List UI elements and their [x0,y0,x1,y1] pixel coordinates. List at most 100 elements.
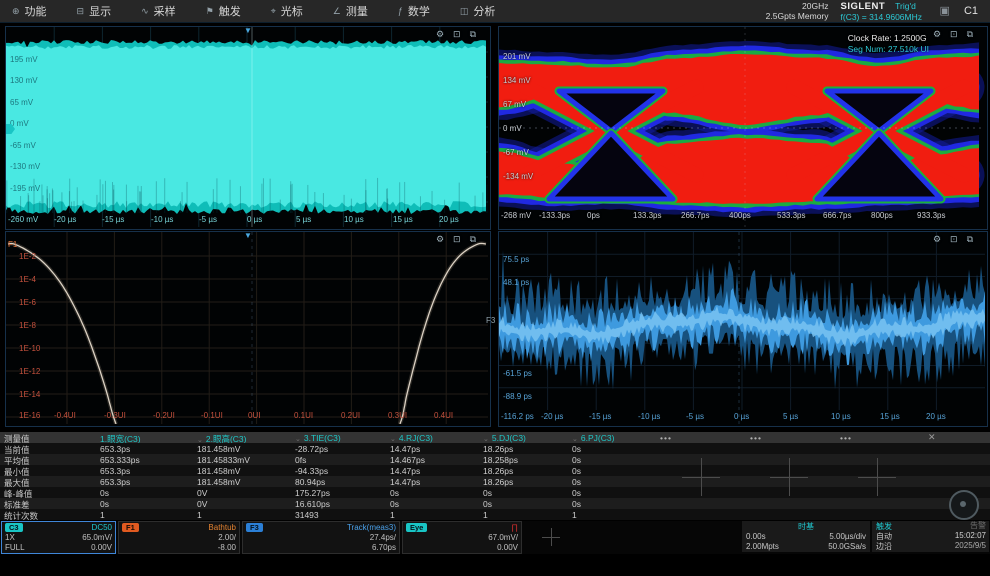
menu-items: ⊕ 功能 ⊟显示 ∿采样 ⚑触发 ⌖光标 ∠测量 ƒ数学 ◫分析 [0,3,495,19]
menu-label: 功能 [25,3,47,19]
measurement-column-header[interactable]: ⌄3.TIE(C3) [295,433,341,443]
column-caret-icon: ⌄ [483,436,489,443]
eye-statistics: Clock Rate: 1.2500G Seg Num: 27.510k UI [848,33,929,55]
menu-item-display[interactable]: ⊟显示 [77,3,112,19]
v-axis-label: -195 mV [10,184,40,193]
more-measurements-button[interactable]: ••• [840,433,852,443]
c3-coupling: DC50 [92,523,112,532]
measurement-value: -94.33ps [295,466,328,476]
measurement-value: 653.333ps [100,455,140,465]
panel-bathtub[interactable]: ▼ F1 ⚙⊡⧉1E-21E-41E-61E-81E-101E-121E-141… [5,231,491,427]
panel-expand-icon[interactable]: ⊡ [453,29,461,40]
menu-label: 显示 [89,3,111,19]
time-axis-label: -0.4UI [54,411,76,420]
time-axis-label: -10 µs [638,412,660,421]
panel-detach-icon[interactable]: ⧉ [967,234,973,245]
measurement-column-header[interactable]: ⌄6.PJ(C3) [572,433,614,443]
add-trace-button[interactable] [542,528,560,546]
f3-trace-label[interactable]: F3 [486,316,495,325]
c3-bandwidth: FULL [5,543,25,552]
f1-offset: -8.00 [218,543,236,552]
timebase-box[interactable]: 时基 0.00s 5.00µs/div 2.00Mpts 50.0GSa/s [742,521,870,552]
add-measurement-slot[interactable] [858,458,896,496]
active-channel-label[interactable]: C1 [964,5,978,17]
table-header-row: 测量值1.眼宽(C3)⌄2.眼高(C3)⌄3.TIE(C3)⌄4.RJ(C3)⌄… [0,432,990,443]
c3-waveform-plot[interactable] [6,27,488,227]
panel-settings-icon[interactable]: ⚙ [436,29,444,40]
measurement-value: 0s [572,466,581,476]
measurement-value: 18.26ps [483,466,513,476]
panel-detach-icon[interactable]: ⧉ [967,29,973,40]
time-axis-label: -0.3UI [104,411,126,420]
eye-diagram-plot[interactable] [499,27,985,227]
channel-box-eye[interactable]: Eye ∏ 67.0mV/ 0.00V [402,521,522,554]
menu-item-function[interactable]: ⊕ 功能 [12,3,47,19]
time-axis-label: -0.1UI [201,411,223,420]
panel-c3-waveform[interactable]: ▼ ⚙⊡⧉195 mV130 mV65 mV0 mV-65 mV-130 mV-… [5,26,491,230]
measurement-value: 31493 [295,510,319,520]
measure-icon: ∠ [333,6,341,17]
time-axis-label: -20 µs [541,412,563,421]
panel-expand-icon[interactable]: ⊡ [950,234,958,245]
panel-detach-icon[interactable]: ⧉ [470,29,476,40]
menu-item-measure[interactable]: ∠测量 [333,3,368,19]
v-axis-label: 1E-2 [19,252,36,261]
bathtub-plot[interactable] [6,232,488,424]
panel-expand-icon[interactable]: ⊡ [453,234,461,245]
panel-settings-icon[interactable]: ⚙ [933,234,941,245]
v-axis-label: 0 mV [503,124,522,133]
add-measurement-slot[interactable] [770,458,808,496]
floating-action-button[interactable] [949,490,979,520]
menu-item-math[interactable]: ƒ数学 [398,3,430,19]
timebase-delay: 0.00s [746,532,766,541]
v-axis-label: -67 mV [503,148,529,157]
measurement-value: 181.458mV [197,477,240,487]
measurement-value: 1 [197,510,202,520]
time-axis-label: 0 µs [247,215,262,224]
v-axis-label: 48.1 ps [503,278,529,287]
panel-corner-icons: ⚙ ⊡ ⧉ [436,29,476,40]
table-close-icon[interactable]: ✕ [928,432,936,443]
panel-eye-diagram[interactable]: Clock Rate: 1.2500G Seg Num: 27.510k UI … [498,26,988,230]
column-caret-icon: ⌄ [295,436,301,443]
device-icon[interactable]: ▣ [940,4,950,17]
panel-expand-icon[interactable]: ⊡ [950,29,958,40]
time-axis-label: 0.3UI [388,411,407,420]
f1-tag: F1 [122,523,139,532]
panel-detach-icon[interactable]: ⧉ [470,234,476,245]
time-axis-label: 133.3ps [633,211,661,220]
measurement-value: 0s [572,499,581,509]
menu-label: 采样 [154,3,176,19]
memory-label: 2.5Gpts Memory [766,11,829,21]
more-measurements-button[interactable]: ••• [660,433,672,443]
measurement-column-header[interactable]: ⌄4.RJ(C3) [390,433,433,443]
v-axis-label: 1E-4 [19,275,36,284]
function-icon: ⊕ [12,6,20,17]
time-axis-label: 0.4UI [434,411,453,420]
add-measurement-slot[interactable] [682,458,720,496]
menu-item-analysis[interactable]: ◫分析 [460,3,496,19]
menu-item-trigger[interactable]: ⚑触发 [206,3,241,19]
channel-box-f3[interactable]: F3 Track(meas3) 27.4ps/ 6.70ps [242,521,400,554]
measurement-value: 181.458mV [197,444,240,454]
panel-settings-icon[interactable]: ⚙ [436,234,444,245]
channel-box-f1[interactable]: F1 Bathtub 2.00/ -8.00 [118,521,240,554]
c3-offset: 0.00V [91,543,112,552]
frequency-readout: f(C3) = 314.9606MHz [841,12,923,22]
v-axis-label: -65 mV [10,141,36,150]
panel-tie-track[interactable]: ⚙⊡⧉75.5 ps48.1 ps-61.5 ps-88.9 ps-116.2 … [498,231,988,427]
trigger-position-marker[interactable]: ▼ [244,26,252,35]
channel-box-c3[interactable]: C3 DC50 1X 65.0mV/ FULL 0.00V [1,521,116,554]
menu-item-cursor[interactable]: ⌖光标 [271,3,303,19]
f1-trace-label[interactable]: F1 [8,240,17,249]
trigger-position-marker[interactable]: ▼ [244,231,252,240]
panel-settings-icon[interactable]: ⚙ [933,29,941,40]
menu-item-acquire[interactable]: ∿采样 [141,3,176,19]
more-measurements-button[interactable]: ••• [750,433,762,443]
measurement-value: 14.467ps [390,455,425,465]
time-axis-label: -133.3ps [539,211,570,220]
tie-track-plot[interactable] [499,232,985,424]
measurement-column-header[interactable]: ⌄5.DJ(C3) [483,433,526,443]
system-time: 15:02:07 [924,531,986,541]
c3-tag: C3 [5,523,23,532]
